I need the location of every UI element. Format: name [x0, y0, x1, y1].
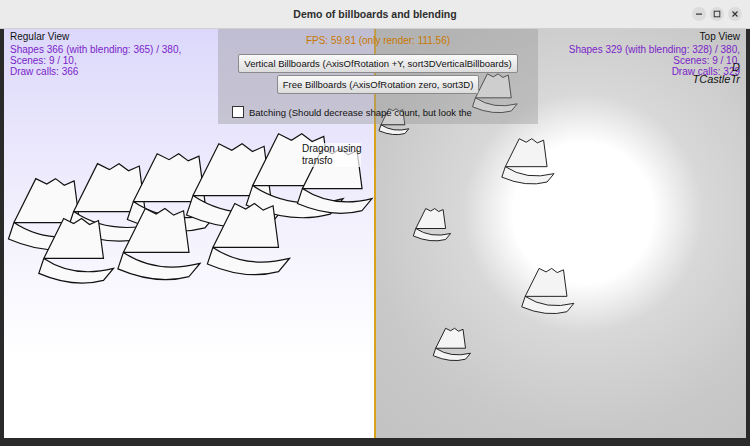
fps-label: FPS: 59.81 (only render: 111.56) [306, 33, 450, 52]
viewport-title: Top View [569, 31, 740, 42]
maximize-icon[interactable] [710, 7, 724, 21]
stat-line: Scenes: 9 / 10, [569, 55, 740, 66]
checkbox-box[interactable] [232, 106, 244, 118]
window-title: Demo of billboards and blending [293, 8, 456, 20]
minimize-icon[interactable] [692, 7, 706, 21]
app-window: Demo of billboards and blending Regular V… [0, 0, 750, 446]
mode-button[interactable]: Vertical Billboards (AxisOfRotation +Y, … [238, 54, 517, 73]
mode-button[interactable]: Free Billboards (AxisOfRotation zero, so… [277, 75, 480, 94]
checkbox-label: Batching (Should decrease shape count, b… [249, 107, 472, 118]
viewport-stats: Regular View Shapes 366 (with blending: 3… [6, 29, 185, 79]
stat-line: Shapes 329 (with blending: 328) / 380, [569, 44, 740, 55]
viewport-title: Regular View [10, 31, 181, 42]
stat-line: Scenes: 9 / 10, [10, 55, 181, 66]
window-controls [692, 7, 742, 21]
stat-line: Draw calls: 366 [10, 66, 181, 77]
stat-line: Shapes 366 (with blending: 365) / 380, [10, 44, 181, 55]
viewports-area: Regular View Shapes 366 (with blending: 3… [4, 29, 746, 438]
title-bar: Demo of billboards and blending [0, 0, 750, 29]
viewport-stats: Top View Shapes 329 (with blending: 328) … [565, 29, 744, 79]
close-icon[interactable] [728, 7, 742, 21]
batching-checkbox[interactable]: Batching (Should decrease shape count, b… [222, 106, 472, 118]
controls-panel: FPS: 59.81 (only render: 111.56) Vertical… [218, 29, 538, 124]
scene-text-label: Dragon usingtransfo [302, 143, 361, 167]
scene-text-label: DTCastleTr [693, 61, 740, 85]
